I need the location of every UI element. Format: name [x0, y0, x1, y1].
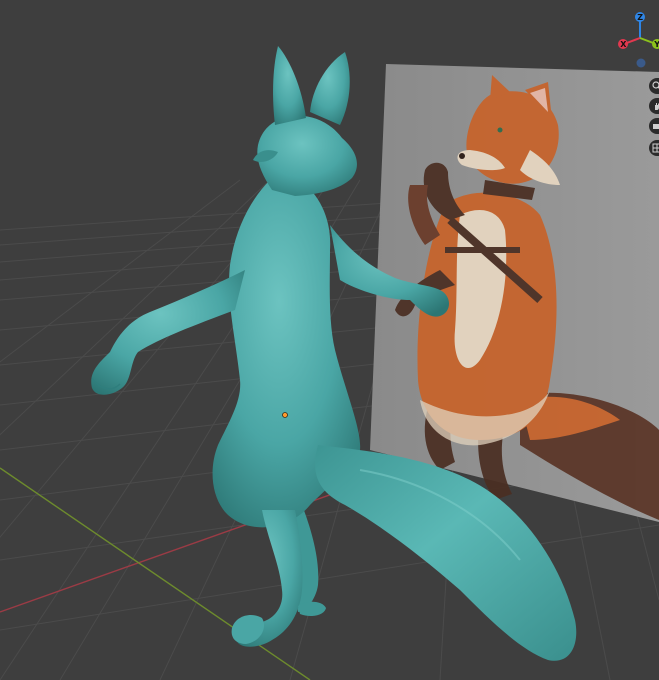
gizmo-neg-y-axis[interactable]	[636, 58, 646, 68]
navigation-gizmo[interactable]: Z X Y	[618, 12, 659, 68]
perspective-toggle-button[interactable]	[649, 140, 659, 156]
gizmo-y-label: Y	[653, 40, 659, 49]
gizmo-x-label: X	[620, 40, 627, 49]
pan-button[interactable]	[649, 98, 659, 114]
camera-icon	[652, 121, 659, 131]
gizmo-z-label: Z	[637, 13, 643, 22]
viewport-scene[interactable]: Z X Y	[0, 0, 659, 680]
zoom-icon	[652, 81, 659, 91]
object-origin-dot[interactable]	[282, 412, 288, 418]
zoom-button[interactable]	[649, 78, 659, 94]
camera-view-button[interactable]	[649, 118, 659, 134]
grid-icon	[652, 143, 659, 153]
hand-pan-icon	[652, 101, 659, 111]
3d-viewport[interactable]: Z X Y	[0, 0, 659, 680]
